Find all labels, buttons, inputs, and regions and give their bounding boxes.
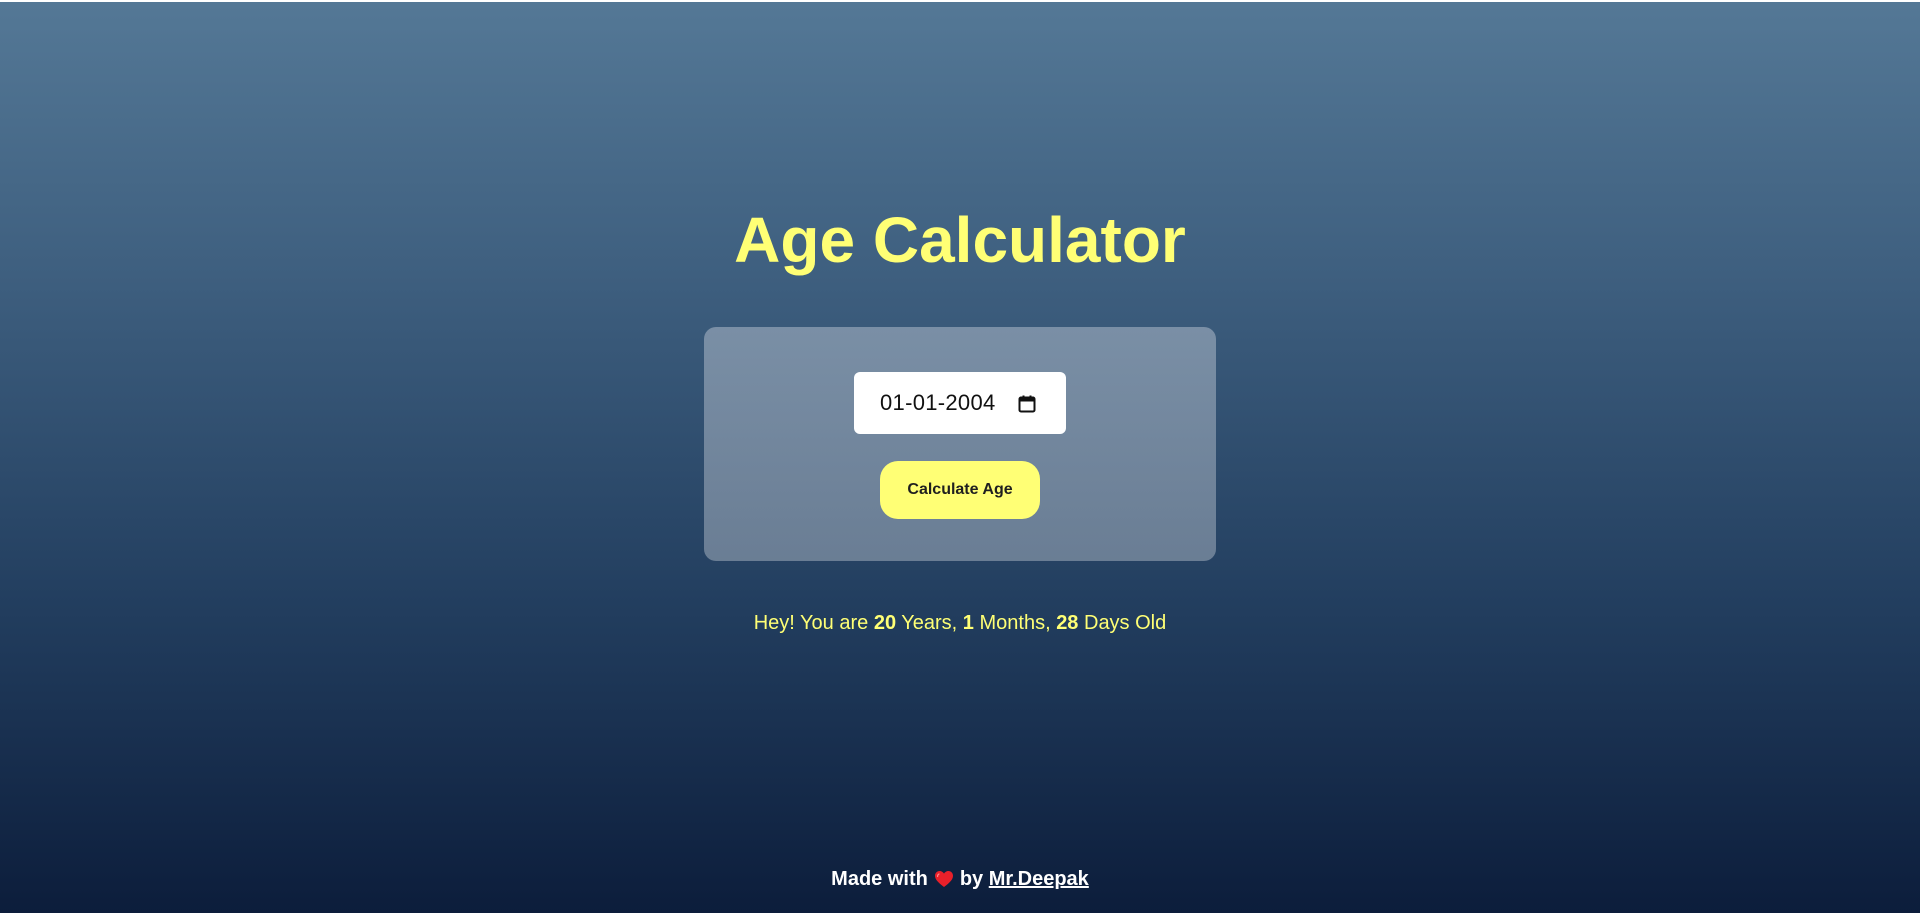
result-days-label: Days Old bbox=[1078, 612, 1167, 634]
footer-made-with: Made with bbox=[831, 868, 928, 890]
age-result: Hey! You are 20 Years, 1 Months, 28 Days… bbox=[0, 610, 1920, 636]
calculate-age-button[interactable]: Calculate Age bbox=[880, 461, 1040, 519]
result-years-label: Years, bbox=[896, 612, 963, 634]
footer-by: by bbox=[959, 868, 984, 890]
heart-icon bbox=[934, 871, 953, 887]
page-background: Age Calculator 01-01-2004 Calculate Age … bbox=[0, 2, 1920, 913]
result-years: 20 bbox=[873, 612, 897, 634]
calculator-card: 01-01-2004 Calculate Age bbox=[704, 327, 1216, 561]
result-days: 28 bbox=[1056, 612, 1079, 634]
calendar-icon[interactable] bbox=[1018, 395, 1036, 413]
footer: Made with by Mr.Deepak bbox=[0, 866, 1920, 892]
page-title: Age Calculator bbox=[734, 204, 1186, 276]
result-prefix: Hey! You are bbox=[753, 612, 874, 634]
result-months: 1 bbox=[962, 612, 974, 634]
birth-date-value: 01-01-2004 bbox=[880, 390, 996, 415]
author-link[interactable]: Mr.Deepak bbox=[989, 868, 1089, 890]
result-months-label: Months, bbox=[973, 612, 1057, 634]
birth-date-input[interactable]: 01-01-2004 bbox=[854, 372, 1066, 434]
